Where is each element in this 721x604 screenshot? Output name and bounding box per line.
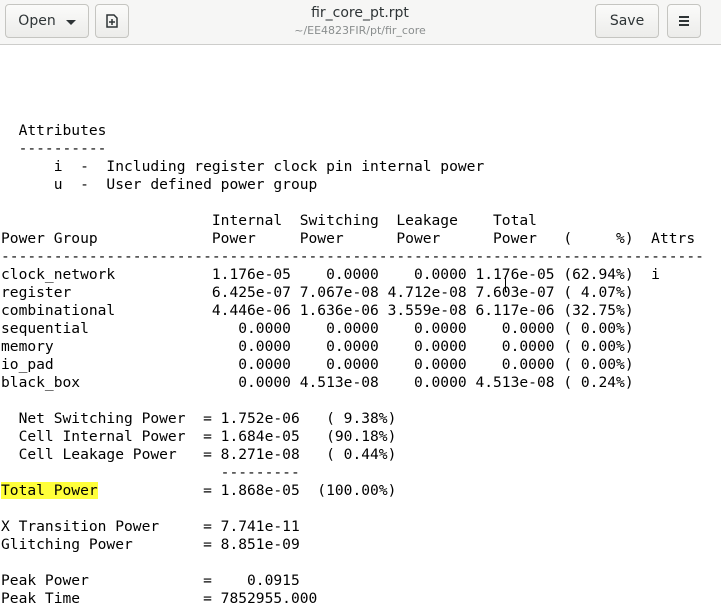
report-line (1, 392, 704, 410)
report-line-text: memory 0.0000 0.0000 0.0000 0.0000 ( 0.0… (1, 338, 634, 355)
report-line-text: Peak Time = 7852955.000 (1, 590, 318, 604)
window-title-area: fir_core_pt.rpt ~/EE4823FIR/pt/fir_core (230, 5, 490, 38)
report-line: Attributes (1, 122, 704, 140)
report-line-text: Power Group Power Power Power Power ( %)… (1, 230, 696, 247)
open-button[interactable]: Open (5, 4, 89, 38)
report-line: ----------------------------------------… (1, 248, 704, 266)
report-line-text: Peak Power = 0.0915 (1, 572, 300, 589)
report-line-text: Cell Internal Power = 1.684e-05 (90.18%) (1, 428, 397, 445)
report-line: clock_network 1.176e-05 0.0000 0.0000 1.… (1, 266, 704, 284)
report-line: Glitching Power = 8.851e-09 (1, 536, 704, 554)
report-line-text: Net Switching Power = 1.752e-06 ( 9.38%) (1, 410, 397, 427)
report-line: sequential 0.0000 0.0000 0.0000 0.0000 (… (1, 320, 704, 338)
report-line: u - User defined power group (1, 176, 704, 194)
report-line-text: ----------------------------------------… (1, 248, 704, 265)
report-line-text: sequential 0.0000 0.0000 0.0000 0.0000 (… (1, 320, 634, 337)
hamburger-menu-icon (679, 20, 689, 22)
report-line-text: Glitching Power = 8.851e-09 (1, 536, 300, 553)
report-line (1, 104, 704, 122)
report-line-text: Attributes (1, 122, 107, 139)
report-line: --------- (1, 464, 704, 482)
main-menu-button[interactable] (667, 4, 701, 38)
report-line: Total Power = 1.868e-05 (100.00%) (1, 482, 704, 500)
report-line: Net Switching Power = 1.752e-06 ( 9.38%) (1, 410, 704, 428)
report-line: ---------- (1, 140, 704, 158)
report-line: io_pad 0.0000 0.0000 0.0000 0.0000 ( 0.0… (1, 356, 704, 374)
report-line: i - Including register clock pin interna… (1, 158, 704, 176)
report-line-text: i - Including register clock pin interna… (1, 158, 485, 175)
report-text: Attributes ---------- i - Including regi… (1, 104, 704, 604)
report-line: Peak Time = 7852955.000 (1, 590, 704, 604)
header-bar: Open fir_core_pt.rpt ~/EE4823FIR/pt/fir_… (0, 0, 721, 45)
report-line-text: X Transition Power = 7.741e-11 (1, 518, 300, 535)
report-line (1, 194, 704, 212)
report-line-text: io_pad 0.0000 0.0000 0.0000 0.0000 ( 0.0… (1, 356, 634, 373)
highlighted-text: Total Power (1, 482, 98, 499)
document-title: fir_core_pt.rpt (311, 5, 409, 21)
report-line-text: = 1.868e-05 (100.00%) (97, 482, 397, 499)
report-line-text: ---------- (1, 140, 107, 157)
report-line-text: Internal Switching Leakage Total (1, 212, 537, 229)
report-line-text: clock_network 1.176e-05 0.0000 0.0000 1.… (1, 266, 660, 283)
document-path: ~/EE4823FIR/pt/fir_core (294, 24, 426, 37)
report-line: Cell Leakage Power = 8.271e-08 ( 0.44%) (1, 446, 704, 464)
open-button-label: Open (18, 13, 56, 29)
report-line: Internal Switching Leakage Total (1, 212, 704, 230)
report-line-text: u - User defined power group (1, 176, 318, 193)
report-line: combinational 4.446e-06 1.636e-06 3.559e… (1, 302, 704, 320)
report-line (1, 554, 704, 572)
report-line: black_box 0.0000 4.513e-08 0.0000 4.513e… (1, 374, 704, 392)
save-button[interactable]: Save (595, 4, 659, 38)
report-line: register 6.425e-07 7.067e-08 4.712e-08 7… (1, 284, 704, 302)
report-line: memory 0.0000 0.0000 0.0000 0.0000 ( 0.0… (1, 338, 704, 356)
chevron-down-icon (65, 19, 76, 25)
save-button-label: Save (609, 13, 645, 29)
report-line-text: Cell Leakage Power = 8.271e-08 ( 0.44%) (1, 446, 397, 463)
report-line: Cell Internal Power = 1.684e-05 (90.18%) (1, 428, 704, 446)
text-cursor (505, 276, 506, 292)
report-line-text: register 6.425e-07 7.067e-08 4.712e-08 7… (1, 284, 634, 301)
new-document-icon (106, 14, 118, 28)
text-editor[interactable]: Attributes ---------- i - Including regi… (0, 45, 721, 604)
report-line: Peak Power = 0.0915 (1, 572, 704, 590)
report-line-text: --------- (1, 464, 300, 481)
new-document-button[interactable] (95, 4, 129, 38)
report-line-text: black_box 0.0000 4.513e-08 0.0000 4.513e… (1, 374, 634, 391)
report-line (1, 500, 704, 518)
report-line: Power Group Power Power Power Power ( %)… (1, 230, 704, 248)
report-line: X Transition Power = 7.741e-11 (1, 518, 704, 536)
report-line-text: combinational 4.446e-06 1.636e-06 3.559e… (1, 302, 634, 319)
